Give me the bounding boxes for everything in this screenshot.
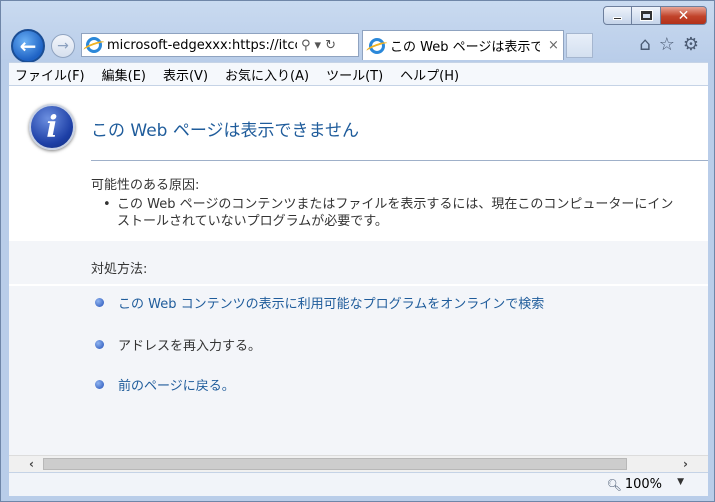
maximize-icon (640, 11, 652, 20)
navigation-bar: ← → microsoft-edgexxx:https://itccor ⚲ ▾… (9, 28, 709, 63)
ie-tab-icon (369, 37, 385, 54)
close-icon: ✕ (677, 7, 690, 24)
back-arrow-icon: ← (19, 34, 37, 58)
refresh-icon[interactable]: ↻ (325, 38, 336, 53)
tab-current[interactable]: この Web ページは表示で... × (362, 30, 564, 60)
zoom-level: 100% (624, 477, 662, 492)
favorites-icon[interactable]: ☆ (659, 34, 675, 55)
browser-window: ✕ ← → microsoft-edgexxx:https://itccor ⚲… (0, 0, 715, 502)
cause-text-line-1: この Web ページのコンテンツまたはファイルを表示するには、現在このコンピュー… (117, 197, 674, 212)
menu-edit[interactable]: 編集(E) (102, 65, 146, 84)
gear-icon[interactable]: ⚙ (683, 34, 699, 55)
home-icon[interactable]: ⌂ (639, 34, 650, 55)
search-online-link[interactable]: この Web コンテンツの表示に利用可能なプログラムをオンラインで検索 (118, 293, 544, 312)
scroll-right-icon[interactable]: › (677, 456, 694, 472)
title-divider (91, 160, 708, 161)
cause-heading: 可能性のある原因: (91, 178, 200, 193)
info-icon: i (29, 104, 75, 150)
scroll-left-icon[interactable]: ‹ (23, 456, 40, 472)
address-bar[interactable]: microsoft-edgexxx:https://itccor ⚲ ▾ ↻ (81, 33, 359, 57)
menu-view[interactable]: 表示(V) (163, 65, 208, 84)
address-tools: ⚲ ▾ ↻ (301, 38, 340, 53)
zoom-icon: 🔍︎ (606, 477, 622, 492)
blue-bullet-icon (95, 340, 104, 349)
go-back-link[interactable]: 前のページに戻る。 (118, 375, 235, 394)
cause-text-line-2: ストールされていないプログラムが必要です。 (117, 214, 388, 229)
menu-help[interactable]: ヘルプ(H) (400, 65, 459, 84)
status-bar: 🔍︎ 100% ▼ (9, 472, 708, 496)
zoom-control[interactable]: 🔍︎ 100% (607, 477, 662, 492)
menu-file[interactable]: ファイル(F) (15, 65, 85, 84)
zoom-dropdown-icon[interactable]: ▼ (677, 477, 684, 487)
retype-address-text: アドレスを再入力する。 (118, 339, 262, 354)
address-input[interactable]: microsoft-edgexxx:https://itccor (107, 38, 297, 53)
back-button[interactable]: ← (11, 29, 45, 63)
ie-page-icon (86, 37, 102, 53)
menu-tools[interactable]: ツール(T) (326, 65, 383, 84)
fix-item-go-back[interactable]: 前のページに戻る。 (95, 375, 235, 394)
browser-tools: ⌂ ☆ ⚙ (639, 34, 699, 55)
forward-button[interactable]: → (51, 34, 75, 58)
search-icon[interactable]: ⚲ (301, 38, 311, 53)
horizontal-scrollbar[interactable]: ‹ › (9, 455, 708, 472)
forward-arrow-icon: → (57, 38, 69, 54)
page-title: この Web ページは表示できません (91, 121, 360, 141)
tab-close-icon[interactable]: × (548, 38, 559, 53)
window-caption-buttons: ✕ (603, 6, 707, 25)
menu-favorites[interactable]: お気に入り(A) (225, 65, 309, 84)
minimize-button[interactable] (603, 6, 632, 25)
fix-heading: 対処方法: (91, 262, 148, 277)
menu-bar: ファイル(F) 編集(E) 表示(V) お気に入り(A) ツール(T) ヘルプ(… (9, 62, 708, 86)
blue-bullet-icon (95, 380, 104, 389)
new-tab-button[interactable] (566, 33, 593, 58)
blue-bullet-icon (95, 298, 104, 307)
maximize-button[interactable] (632, 6, 661, 25)
cause-list-item: • この Web ページのコンテンツまたはファイルを表示するには、現在このコンピ… (103, 196, 708, 230)
page-content: i この Web ページは表示できません 可能性のある原因: • この Web … (9, 86, 708, 455)
scroll-thumb[interactable] (43, 458, 627, 470)
address-dropdown-icon[interactable]: ▾ (315, 38, 322, 53)
fix-item-search-online[interactable]: この Web コンテンツの表示に利用可能なプログラムをオンラインで検索 (95, 293, 544, 312)
tab-title: この Web ページは表示で... (390, 40, 540, 55)
bullet-icon: • (103, 197, 111, 212)
content-separator (9, 284, 708, 286)
close-button[interactable]: ✕ (661, 6, 707, 25)
minimize-icon (613, 17, 622, 20)
fix-item-retype-address: アドレスを再入力する。 (95, 335, 261, 354)
